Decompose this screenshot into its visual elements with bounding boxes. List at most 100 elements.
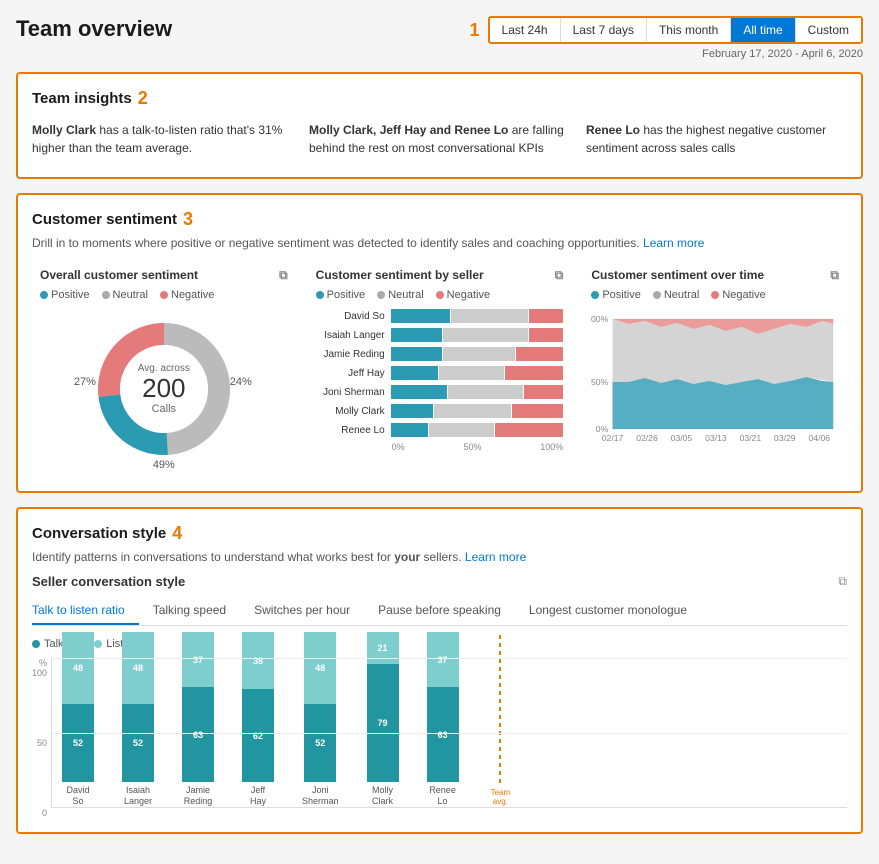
- seller-row-isaiah: Isaiah Langer: [316, 328, 564, 342]
- time-filter: Last 24h Last 7 days This month All time…: [488, 16, 863, 44]
- date-range: February 17, 2020 - April 6, 2020: [702, 48, 863, 60]
- header-right: 1 Last 24h Last 7 days This month All ti…: [464, 16, 863, 60]
- seller-row-renee: Renee Lo: [316, 423, 564, 437]
- page-title: Team overview: [16, 16, 172, 42]
- team-insights-section: Team insights 2 Molly Clark has a talk-t…: [16, 72, 863, 179]
- time-legend-pos: Positive: [591, 289, 641, 301]
- svg-text:02/17: 02/17: [602, 433, 624, 443]
- neutral-dot: [102, 291, 110, 299]
- seller-copy-icon[interactable]: ⧉: [555, 268, 564, 283]
- time-btn-all[interactable]: All time: [731, 18, 795, 42]
- jeff-talk-seg: 62: [242, 689, 274, 782]
- team-avg-label: Teamavg.: [491, 788, 511, 807]
- seller-row-david: David So: [316, 309, 564, 323]
- joni-listen-seg: 48: [304, 632, 336, 704]
- svg-text:03/05: 03/05: [671, 433, 693, 443]
- renee-label: ReneeLo: [429, 785, 456, 807]
- positive-dot: [40, 291, 48, 299]
- conv-learn-more[interactable]: Learn more: [465, 550, 526, 564]
- tab-pause[interactable]: Pause before speaking: [364, 597, 515, 625]
- molly-label: MollyClark: [372, 785, 393, 807]
- team-insights-title: Team insights 2: [32, 88, 847, 109]
- jeff-listen-seg: 38: [242, 632, 274, 689]
- y-axis: % 100 50 0: [32, 658, 47, 818]
- donut-sublabel: Calls: [138, 403, 190, 415]
- seller-row-jamie: Jamie Reding: [316, 347, 564, 361]
- sentiment-over-time-card: Customer sentiment over time ⧉ Positive …: [583, 260, 847, 477]
- time-btn-7d[interactable]: Last 7 days: [561, 18, 647, 42]
- pct-49: 49%: [153, 459, 175, 471]
- tab-talk-listen[interactable]: Talk to listen ratio: [32, 597, 139, 625]
- team-avg-line: Teamavg.: [491, 635, 511, 807]
- svg-text:03/13: 03/13: [705, 433, 727, 443]
- y-labels: 100 50 0: [32, 668, 47, 818]
- jamie-label: JamieReding: [184, 785, 213, 807]
- insight-2: Molly Clark, Jeff Hay and Renee Lo are f…: [309, 121, 570, 157]
- overall-legend: Positive Neutral Negative: [40, 289, 288, 301]
- conv-style-title: Conversation style 4: [32, 523, 847, 544]
- step-3-badge: 3: [183, 209, 193, 230]
- legend-positive: Positive: [40, 289, 90, 301]
- conv-tab-bar: Talk to listen ratio Talking speed Switc…: [32, 597, 847, 626]
- seller-neu-dot: [377, 291, 385, 299]
- seller-axis: 0%50%100%: [316, 442, 564, 452]
- step-4-badge: 4: [172, 523, 182, 544]
- tab-switches[interactable]: Switches per hour: [240, 597, 364, 625]
- talking-dot: [32, 640, 40, 648]
- over-time-title: Customer sentiment over time ⧉: [591, 268, 839, 283]
- renee-talk-seg: 63: [427, 687, 459, 782]
- seller-row-molly: Molly Clark: [316, 404, 564, 418]
- insight-2-bold: Molly Clark, Jeff Hay and Renee Lo: [309, 123, 508, 137]
- insight-1: Molly Clark has a talk-to-listen ratio t…: [32, 121, 293, 157]
- bar-david-neu: [451, 309, 528, 323]
- talk-chart-wrapper: % 100 50 0 48: [32, 658, 847, 818]
- step-2-badge: 2: [138, 88, 148, 109]
- time-legend-neu: Neutral: [653, 289, 699, 301]
- overall-sentiment-card: Overall customer sentiment ⧉ Positive Ne…: [32, 260, 296, 477]
- time-copy-icon[interactable]: ⧉: [830, 268, 839, 283]
- seller-row-jeff: Jeff Hay: [316, 366, 564, 380]
- seller-conv-title: Seller conversation style: [32, 574, 185, 589]
- time-area-chart: 100% 50% 0% 02/17 02/26 03/05 03/13 03/2: [591, 309, 839, 444]
- david-listen-seg: 48: [62, 632, 94, 704]
- seller-pos-dot: [316, 291, 324, 299]
- legend-neutral: Neutral: [102, 289, 148, 301]
- legend-negative: Negative: [160, 289, 214, 301]
- seller-neg-dot: [436, 291, 444, 299]
- molly-talk-seg: 79: [367, 664, 399, 782]
- tab-talking-speed[interactable]: Talking speed: [139, 597, 240, 625]
- svg-text:03/21: 03/21: [740, 433, 762, 443]
- time-legend-neg: Negative: [711, 289, 765, 301]
- sentiment-by-seller-card: Customer sentiment by seller ⧉ Positive …: [308, 260, 572, 477]
- conversation-style-section: Conversation style 4 Identify patterns i…: [16, 507, 863, 834]
- sentiment-charts: Overall customer sentiment ⧉ Positive Ne…: [32, 260, 847, 477]
- svg-text:02/26: 02/26: [637, 433, 659, 443]
- isaiah-talk-seg: 52: [122, 704, 154, 782]
- jamie-listen-seg: 37: [182, 632, 214, 687]
- insights-grid: Molly Clark has a talk-to-listen ratio t…: [32, 115, 847, 163]
- time-neg-dot: [711, 291, 719, 299]
- time-btn-24h[interactable]: Last 24h: [490, 18, 561, 42]
- conv-style-subtitle: Identify patterns in conversations to un…: [32, 550, 847, 564]
- isaiah-label: IsaiahLanger: [124, 785, 152, 807]
- listening-dot: [94, 640, 102, 648]
- isaiah-listen-seg: 48: [122, 632, 154, 704]
- sentiment-learn-more[interactable]: Learn more: [643, 236, 704, 250]
- seller-legend-pos: Positive: [316, 289, 366, 301]
- tab-monologue[interactable]: Longest customer monologue: [515, 597, 701, 625]
- svg-text:04/06: 04/06: [809, 433, 831, 443]
- bar-david-neg: [529, 309, 563, 323]
- time-btn-month[interactable]: This month: [647, 18, 731, 42]
- overall-copy-icon[interactable]: ⧉: [279, 268, 288, 283]
- seller-legend-neu: Neutral: [377, 289, 423, 301]
- by-seller-title: Customer sentiment by seller ⧉: [316, 268, 564, 283]
- overall-sentiment-title: Overall customer sentiment ⧉: [40, 268, 288, 283]
- time-btn-custom[interactable]: Custom: [796, 18, 861, 42]
- jamie-talk-seg: 63: [182, 687, 214, 782]
- seller-bars: David So Isaiah Langer: [316, 309, 564, 452]
- conv-copy-icon[interactable]: ⧉: [838, 574, 847, 589]
- bars-container: 48 52 DavidSo 48 52: [51, 658, 847, 808]
- seller-legend: Positive Neutral Negative: [316, 289, 564, 301]
- svg-text:03/29: 03/29: [774, 433, 796, 443]
- insight-1-bold: Molly Clark: [32, 123, 96, 137]
